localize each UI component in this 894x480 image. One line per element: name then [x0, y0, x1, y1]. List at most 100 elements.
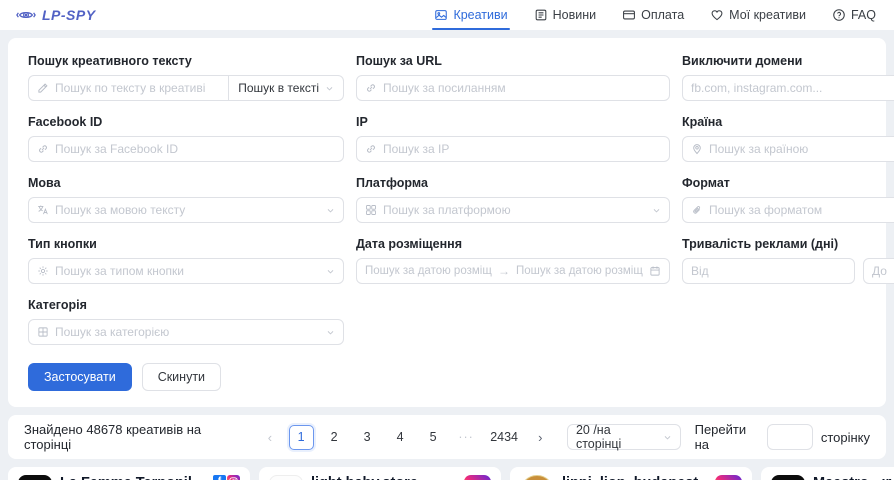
picture-icon	[434, 8, 448, 22]
field-label: Тривалість реклами (дні)	[682, 237, 894, 251]
avatar: LIGHT BABY STORE	[269, 475, 303, 480]
filters-panel: Пошук креативного тексту Пошук в тексті	[8, 38, 886, 407]
field-label: Пошук креативного тексту	[28, 54, 344, 68]
creative-card[interactable]: Maestro - кухні, ме замовлення в Ужг 202…	[761, 467, 894, 480]
chevron-down-icon	[326, 328, 335, 337]
date-to-input[interactable]	[516, 265, 643, 277]
nav-tab-my-creatives[interactable]: Мої креативи	[710, 0, 806, 30]
filter-duration: Тривалість реклами (дні)	[682, 237, 894, 284]
format-input[interactable]	[709, 203, 894, 217]
nav-tab-faq[interactable]: FAQ	[832, 0, 876, 30]
card-title: La Femme Ternopil	[60, 475, 205, 480]
date-from-input[interactable]	[365, 265, 492, 277]
nav-label: Креативи	[453, 8, 507, 22]
field-label: IP	[356, 115, 670, 129]
creative-text-input[interactable]	[55, 81, 220, 95]
page-button-3[interactable]: 3	[355, 425, 380, 450]
country-input[interactable]	[709, 142, 894, 156]
language-select[interactable]	[55, 203, 320, 217]
credit-card-icon	[622, 8, 636, 22]
link-icon	[37, 143, 49, 155]
goto-prefix-label: Перейти на	[695, 422, 759, 452]
per-page-value: 20 /на сторінці	[576, 423, 657, 451]
calendar-icon	[649, 265, 661, 277]
filter-country: Країна	[682, 115, 894, 162]
field-label: Facebook ID	[28, 115, 344, 129]
apply-button[interactable]: Застосувати	[28, 363, 132, 391]
next-page-button[interactable]: ›	[530, 430, 551, 445]
filter-placement-date: Дата розміщення →	[356, 237, 670, 284]
main-nav: Креативи Новини Оплата	[434, 0, 876, 30]
field-label: Країна	[682, 115, 894, 129]
nav-tab-payment[interactable]: Оплата	[622, 0, 684, 30]
text-search-mode-select[interactable]: Пошук в тексті	[229, 75, 344, 101]
nav-label: Мої креативи	[729, 8, 806, 22]
filter-category: Категорія	[28, 298, 344, 345]
instagram-icon	[227, 475, 240, 480]
duration-to-input[interactable]	[872, 264, 894, 278]
page-ellipsis[interactable]: ···	[454, 425, 479, 450]
facebook-icon: f	[213, 475, 226, 480]
page-button-2[interactable]: 2	[322, 425, 347, 450]
filter-language: Мова	[28, 176, 344, 223]
category-select[interactable]	[55, 325, 320, 339]
field-label: Формат	[682, 176, 894, 190]
chevron-down-icon	[325, 84, 334, 93]
nav-tab-news[interactable]: Новини	[534, 0, 597, 30]
card-title: Maestro - кухні, ме	[813, 475, 894, 480]
reset-button[interactable]: Скинути	[142, 363, 221, 391]
location-pin-icon	[691, 143, 703, 155]
app-logo[interactable]: LP-SPY	[16, 7, 96, 23]
facebook-id-input[interactable]	[55, 142, 335, 156]
filter-exclude-domains: Виключити домени	[682, 54, 894, 101]
filter-format: Формат	[682, 176, 894, 223]
results-count: Знайдено 48678 креативів на сторінці	[24, 422, 245, 452]
avatar: La FEMME	[18, 475, 52, 480]
heart-icon	[710, 8, 724, 22]
filter-facebook-id: Facebook ID	[28, 115, 344, 162]
translate-icon	[37, 204, 49, 216]
filter-button-type: Тип кнопки	[28, 237, 344, 284]
per-page-select[interactable]: 20 /на сторінці	[567, 424, 681, 450]
goto-page-input[interactable]	[767, 424, 813, 450]
card-title: light.baby.store	[311, 475, 456, 480]
button-type-select[interactable]	[55, 264, 320, 278]
nav-label: Оплата	[641, 8, 684, 22]
link-icon	[365, 82, 377, 94]
platform-select[interactable]	[383, 203, 646, 217]
ip-input[interactable]	[383, 142, 661, 156]
field-label: Категорія	[28, 298, 344, 312]
page-button-last[interactable]: 2434	[487, 425, 522, 450]
arrow-right-icon: →	[498, 264, 510, 278]
chevron-down-icon	[326, 206, 335, 215]
page-button-5[interactable]: 5	[421, 425, 446, 450]
duration-from-input[interactable]	[691, 264, 846, 278]
filter-creative-text: Пошук креативного тексту Пошук в тексті	[28, 54, 344, 101]
lion-avatar	[520, 475, 554, 480]
prev-page-button[interactable]: ‹	[259, 430, 280, 445]
maestro-avatar	[771, 475, 805, 480]
nav-label: Новини	[553, 8, 597, 22]
question-circle-icon	[832, 8, 846, 22]
field-label: Дата розміщення	[356, 237, 670, 251]
page-button-4[interactable]: 4	[388, 425, 413, 450]
nav-label: FAQ	[851, 8, 876, 22]
field-label: Виключити домени	[682, 54, 894, 68]
logo-text: LP-SPY	[42, 7, 96, 23]
creative-card[interactable]: LIGHT BABY STORE light.baby.store 2025-1…	[259, 467, 501, 480]
select-value: Пошук в тексті	[238, 81, 319, 95]
eye-logo-icon	[16, 8, 36, 22]
link-icon	[365, 143, 377, 155]
creative-card[interactable]: La FEMME La Femme Ternopil 2025-11-20 21…	[8, 467, 250, 480]
url-input[interactable]	[383, 81, 661, 95]
filter-platform: Платформа	[356, 176, 670, 223]
field-label: Пошук за URL	[356, 54, 670, 68]
paperclip-icon	[691, 204, 703, 216]
creative-card[interactable]: lippi_lion_budapest 2025-11-20 21:02:03 …	[510, 467, 752, 480]
exclude-domains-input[interactable]	[691, 81, 894, 95]
creatives-list: La FEMME La Femme Ternopil 2025-11-20 21…	[8, 467, 894, 480]
field-label: Тип кнопки	[28, 237, 344, 251]
nav-tab-creatives[interactable]: Креативи	[434, 0, 507, 30]
page-button-1[interactable]: 1	[289, 425, 314, 450]
chevron-down-icon	[652, 206, 661, 215]
